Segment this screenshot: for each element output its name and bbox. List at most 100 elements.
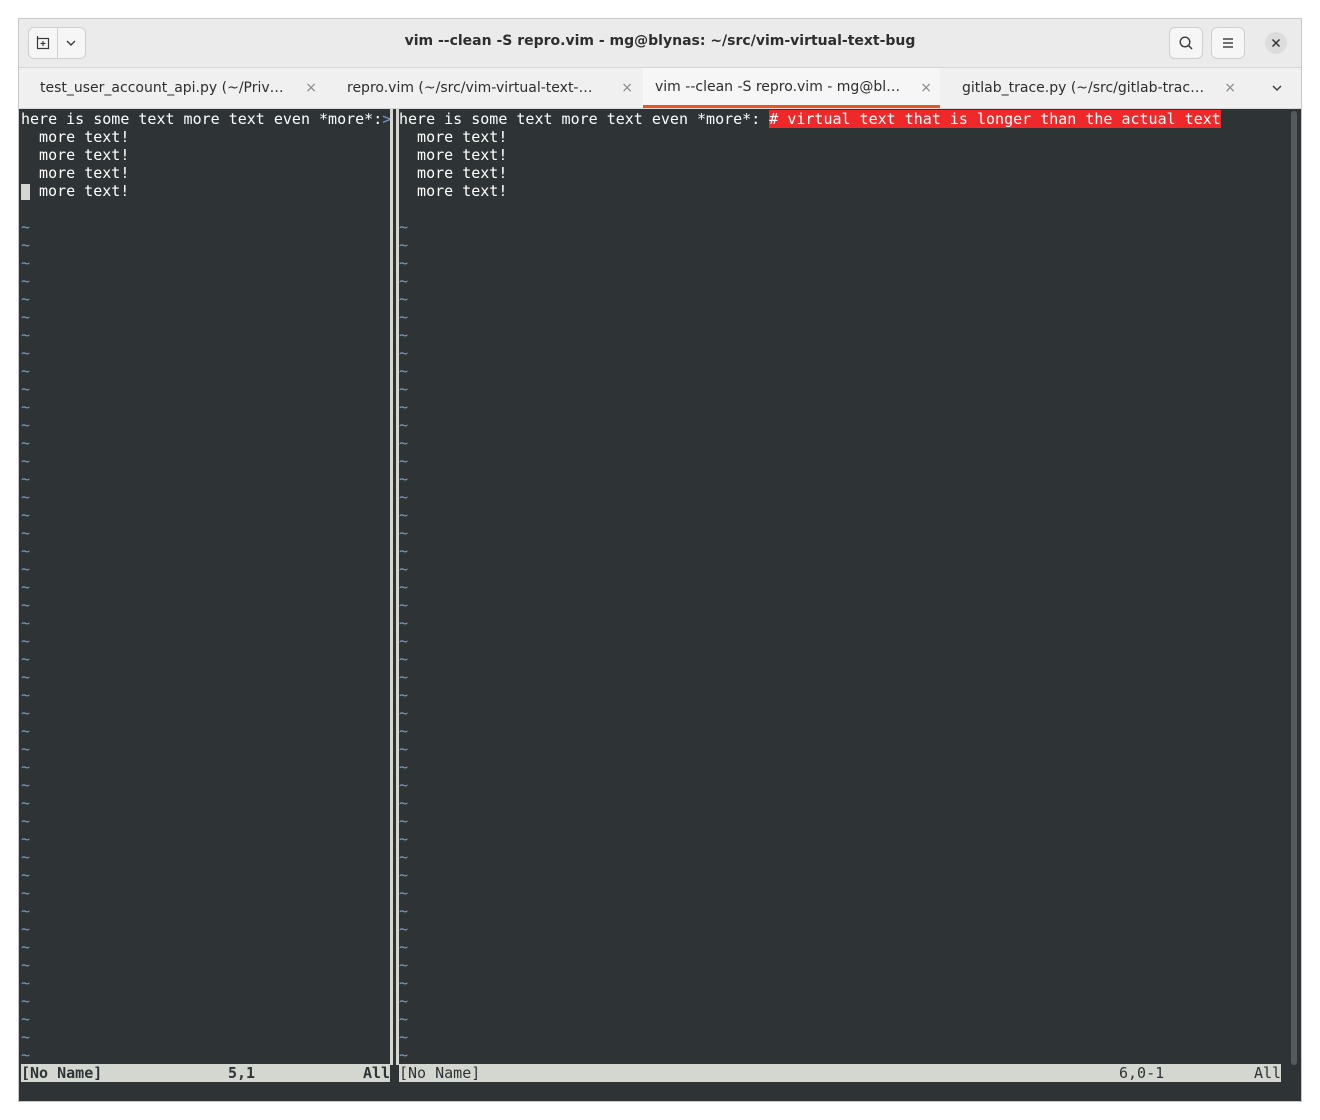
empty-line-tilde: ~ [399,416,409,434]
buffer-line: more text! [21,128,130,146]
empty-line-tilde: ~ [399,254,409,272]
chevron-down-icon [1272,85,1282,91]
vertical-split-separator[interactable] [390,109,399,1065]
window-close-button[interactable] [1265,32,1287,54]
empty-line-tilde: ~ [21,632,31,650]
empty-line-tilde: ~ [399,1046,409,1064]
terminal-window: vim --clean -S repro.vim - mg@blynas: ~/… [19,19,1301,1101]
empty-line-tilde: ~ [399,470,409,488]
empty-line-tilde: ~ [21,1046,31,1064]
tab-bar: test_user_account_api.py (~/Privat… × re… [19,68,1301,109]
empty-line-tilde: ~ [399,236,409,254]
empty-line-tilde: ~ [399,434,409,452]
scrollbar[interactable] [1291,111,1297,1065]
buffer-line: more text! [399,146,508,164]
empty-line-tilde: ~ [399,488,409,506]
vim-right-window[interactable]: here is some text more text even *more*:… [399,109,1289,1065]
search-icon [1179,36,1193,50]
empty-line-tilde: ~ [399,812,409,830]
empty-line-tilde: ~ [399,668,409,686]
empty-line-tilde: ~ [399,866,409,884]
empty-line-tilde: ~ [399,794,409,812]
empty-line-tilde: ~ [21,290,31,308]
empty-line-tilde: ~ [21,866,31,884]
empty-line-tilde: ~ [399,362,409,380]
empty-line-tilde: ~ [21,614,31,632]
empty-line-tilde: ~ [399,344,409,362]
empty-line-tilde: ~ [21,218,31,236]
tab-gitlab-trace[interactable]: gitlab_trace.py (~/src/gitlab-trace)… × [950,68,1244,108]
empty-line-tilde: ~ [399,218,409,236]
empty-line-tilde: ~ [399,740,409,758]
tab-close-icon[interactable]: × [920,80,932,96]
buffer-line: more text! [21,164,130,182]
empty-line-tilde: ~ [21,488,31,506]
tab-close-icon[interactable]: × [305,80,317,96]
empty-line-tilde: ~ [399,542,409,560]
empty-line-tilde: ~ [21,776,31,794]
tab-label: repro.vim (~/src/vim-virtual-text-b… [347,80,597,96]
tab-label: test_user_account_api.py (~/Privat… [40,80,290,96]
empty-line-tilde: ~ [399,686,409,704]
statusline-filename: [No Name] [21,1064,103,1082]
virtual-text: # virtual text that is longer than the a… [769,110,1221,128]
empty-line-tilde: ~ [399,380,409,398]
empty-line-tilde: ~ [21,920,31,938]
empty-line-tilde: ~ [399,848,409,866]
empty-line-tilde: ~ [21,884,31,902]
buffer-line: more text! [21,182,129,200]
text-cursor [21,183,30,200]
statusline-scroll: All [363,1064,391,1082]
empty-line-tilde: ~ [21,956,31,974]
empty-line-tilde: ~ [399,308,409,326]
tab-test-user-account-api[interactable]: test_user_account_api.py (~/Privat… × [19,68,325,108]
empty-line-tilde: ~ [399,1010,409,1028]
empty-line-tilde: ~ [21,992,31,1010]
tab-overflow-button[interactable] [1265,78,1289,98]
statusline-position: 6,0-1 [1119,1064,1165,1082]
empty-line-tilde: ~ [399,1028,409,1046]
right-first-line-text: here is some text more text even *more*: [399,110,770,128]
buffer-line-text: more text! [30,182,130,200]
statusline-position: 5,1 [228,1064,256,1082]
tab-repro-vim[interactable]: repro.vim (~/src/vim-virtual-text-b… × [335,68,641,108]
empty-line-tilde: ~ [399,506,409,524]
left-first-line-text: here is some text more text even *more*: [21,110,383,128]
empty-line-tilde: ~ [21,398,31,416]
menu-button[interactable] [1211,27,1245,59]
empty-line-tilde: ~ [21,794,31,812]
empty-line-tilde: ~ [21,902,31,920]
empty-line-tilde: ~ [399,614,409,632]
empty-line-tilde: ~ [21,560,31,578]
empty-line-tilde: ~ [21,1028,31,1046]
tab-close-icon[interactable]: × [1224,80,1236,96]
empty-line-tilde: ~ [21,938,31,956]
empty-line-tilde: ~ [399,632,409,650]
statusline-filename: [No Name] [399,1064,481,1082]
empty-line-tilde: ~ [399,272,409,290]
empty-line-tilde: ~ [399,704,409,722]
tab-vim-terminal[interactable]: vim --clean -S repro.vim - mg@blyn… × [643,68,940,108]
close-icon [1271,38,1281,48]
empty-line-tilde: ~ [21,326,31,344]
terminal-area[interactable]: here is some text more text even *more*:… [19,109,1301,1101]
tab-label: vim --clean -S repro.vim - mg@blyn… [655,78,905,95]
tab-close-icon[interactable]: × [621,80,633,96]
hamburger-menu-icon [1223,38,1233,48]
empty-line-tilde: ~ [399,290,409,308]
empty-line-tilde: ~ [21,722,31,740]
empty-line-tilde: ~ [399,992,409,1010]
left-first-line: here is some text more text even *more*:… [21,110,391,128]
empty-line-tilde: ~ [399,776,409,794]
vim-left-window[interactable]: here is some text more text even *more*:… [21,109,391,1065]
empty-line-tilde: ~ [399,524,409,542]
empty-line-tilde: ~ [21,362,31,380]
empty-line-tilde: ~ [399,398,409,416]
empty-line-tilde: ~ [21,452,31,470]
buffer-line: more text! [21,146,130,164]
empty-line-tilde: ~ [399,326,409,344]
empty-line-tilde: ~ [21,344,31,362]
empty-line-tilde: ~ [399,650,409,668]
search-button[interactable] [1169,27,1203,59]
empty-line-tilde: ~ [21,848,31,866]
